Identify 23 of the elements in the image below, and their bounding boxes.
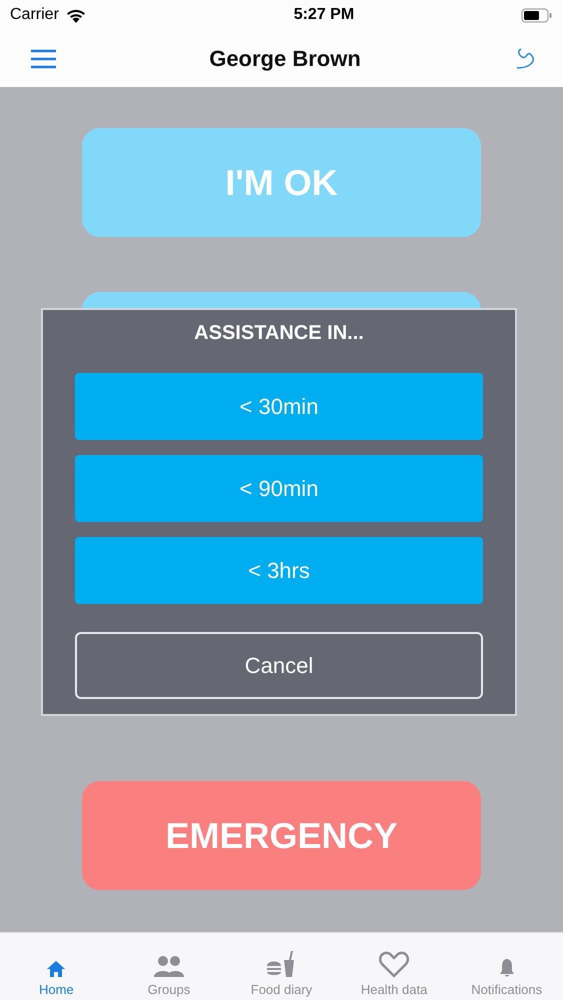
tab-bar-item[interactable]: Food diary <box>225 933 338 1000</box>
people-icon <box>152 954 185 978</box>
carrier-label: Carrier <box>10 6 59 24</box>
tab-bar-item[interactable]: Groups <box>112 933 226 1000</box>
header-title: George Brown <box>209 46 361 72</box>
ok-button[interactable]: I'M OK <box>82 128 481 237</box>
heart-icon <box>379 951 410 978</box>
burger-drink-icon <box>266 950 296 978</box>
tab-bar-item[interactable]: Health data <box>338 933 450 1000</box>
time-option-button[interactable]: < 3hrs <box>75 537 483 604</box>
tab-bar-item[interactable]: Notifications <box>450 933 563 1000</box>
cancel-button[interactable]: Cancel <box>75 632 483 699</box>
battery-icon <box>520 8 553 22</box>
dialog-title: ASSISTANCE IN... <box>194 322 364 345</box>
menu-icon[interactable] <box>30 48 57 68</box>
bell-icon <box>498 958 515 978</box>
tab-bar-item[interactable]: Home <box>0 933 113 1000</box>
emergency-button[interactable]: EMERGENCY <box>82 781 481 890</box>
time-option-button[interactable]: < 90min <box>75 455 483 522</box>
home-icon <box>46 960 66 978</box>
time-option-button[interactable]: < 30min <box>75 373 483 440</box>
status-time: 5:27 PM <box>294 6 354 24</box>
wifi-icon <box>64 7 87 23</box>
